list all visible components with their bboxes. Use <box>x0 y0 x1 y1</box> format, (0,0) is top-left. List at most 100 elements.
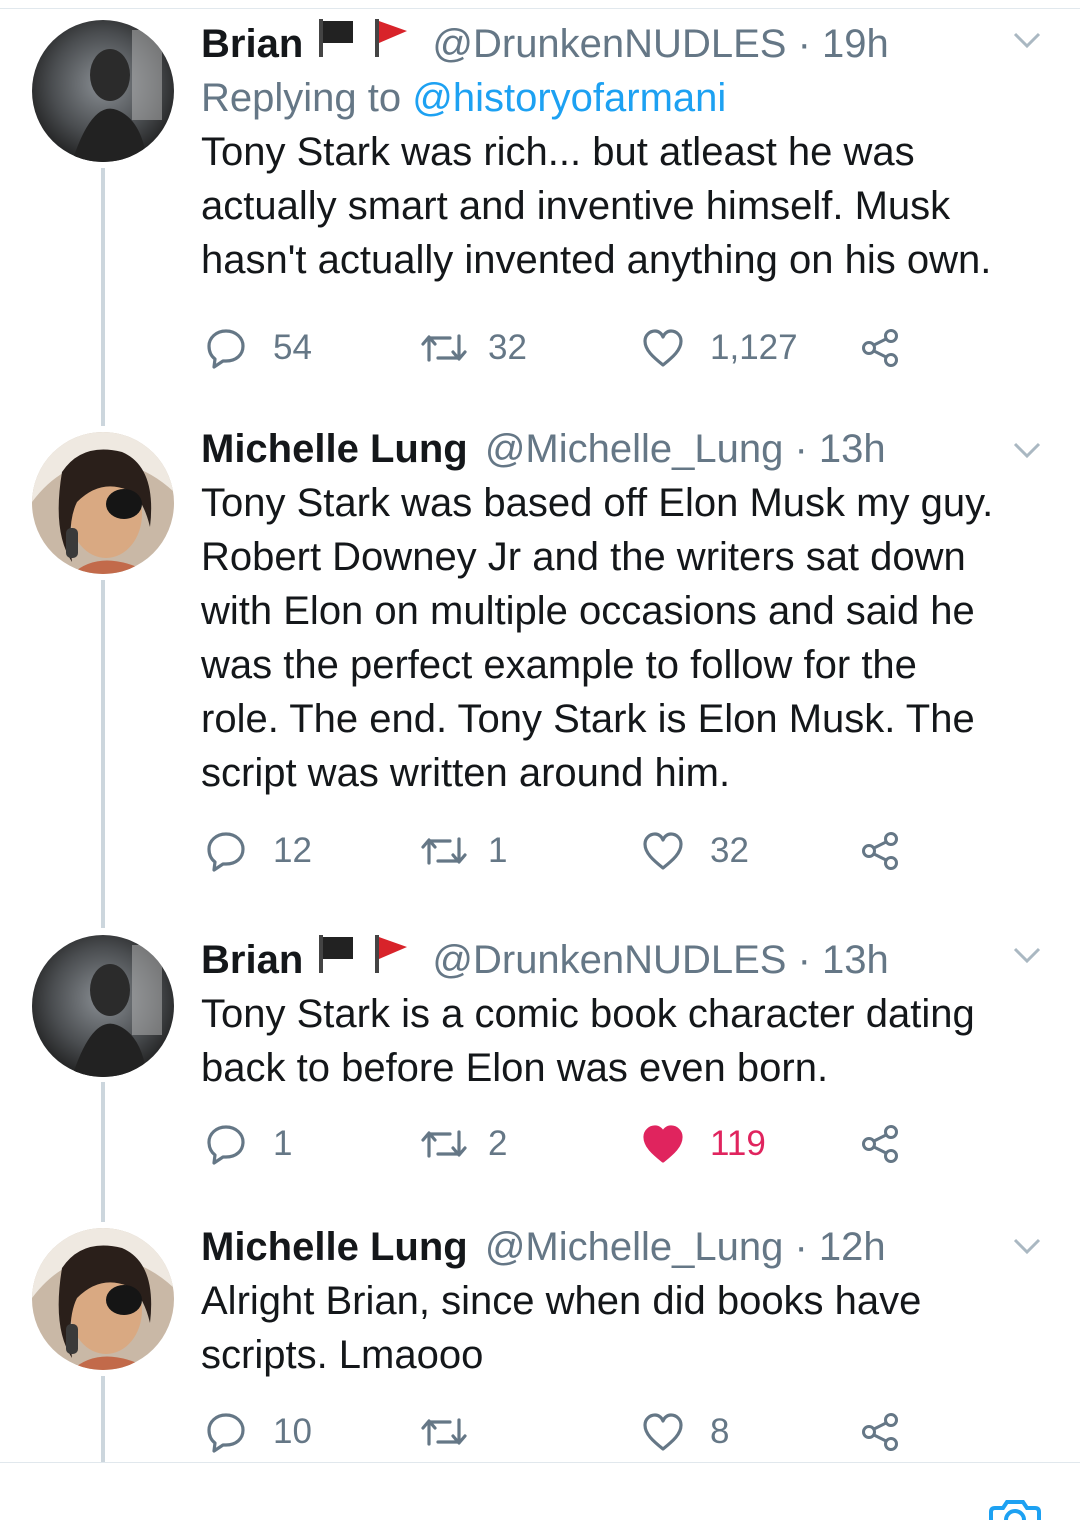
reply-button[interactable]: 10 <box>205 1402 312 1462</box>
like-button[interactable]: 8 <box>642 1402 729 1462</box>
retweet-icon <box>421 1130 467 1158</box>
tweet-text-line: was the perfect example to follow for th… <box>201 643 917 687</box>
tweet-actions: 10 8 <box>205 1402 925 1462</box>
like-count: 32 <box>710 831 749 870</box>
thread-line <box>101 1082 105 1222</box>
black-flag-icon <box>319 19 354 57</box>
tweet-header: Brian @DrunkenNUDLES · 19h <box>201 17 1041 71</box>
tweet-header: Michelle Lung @Michelle_Lung · 13h <box>201 422 1041 476</box>
avatar-michelle-lung[interactable] <box>32 1228 174 1370</box>
tweet-text-line: scripts. Lmaooo <box>201 1333 484 1377</box>
like-button[interactable]: 119 <box>642 1114 766 1174</box>
author-name[interactable]: Brian <box>201 938 303 982</box>
tweet-actions: 12 1 32 <box>205 821 925 881</box>
tweet-time: · 13h <box>797 938 889 982</box>
share-button[interactable] <box>860 1114 902 1174</box>
tweet-content: Brian @DrunkenNUDLES · 13h Tony Stark is… <box>201 933 1041 1095</box>
author-handle[interactable]: @DrunkenNUDLES <box>432 22 786 66</box>
chevron-down-icon[interactable] <box>1012 945 1042 965</box>
reply-button[interactable]: 1 <box>205 1114 292 1174</box>
camera-icon[interactable] <box>985 1498 1045 1520</box>
thread-line <box>101 580 105 928</box>
retweet-count: 32 <box>488 328 527 367</box>
author-name[interactable]: Michelle Lung <box>201 427 468 471</box>
retweet-button[interactable]: 32 <box>420 318 527 378</box>
reply-icon <box>207 832 245 872</box>
tweet-text-line: hasn't actually invented anything on his… <box>201 238 992 282</box>
red-flag-icon <box>375 935 408 973</box>
thread-line <box>101 1376 105 1462</box>
retweet-icon <box>421 837 467 865</box>
replying-to: Replying to @historyofarmani <box>201 71 1041 125</box>
like-count: 1,127 <box>710 328 798 367</box>
reply-count: 10 <box>273 1412 312 1451</box>
tweet-text-line: actually smart and inventive himself. Mu… <box>201 184 951 228</box>
retweet-count: 2 <box>488 1124 508 1163</box>
thread-line <box>101 168 105 426</box>
tweet-text-line: with Elon on multiple occasions and said… <box>201 589 975 633</box>
tweet-header: Michelle Lung @Michelle_Lung · 12h <box>201 1220 1041 1274</box>
author-name[interactable]: Michelle Lung <box>201 1225 468 1269</box>
tweet-text: Tony Stark was based off Elon Musk my gu… <box>201 476 1041 800</box>
author-name[interactable]: Brian <box>201 22 303 66</box>
tweet-time: · 12h <box>794 1225 886 1269</box>
tweet-actions: 1 2 119 <box>205 1114 925 1174</box>
tweet-text-line: Robert Downey Jr and the writers sat dow… <box>201 535 966 579</box>
tweet-text-line: Tony Stark was based off Elon Musk my gu… <box>201 481 994 525</box>
tweet-text: Tony Stark is a comic book character dat… <box>201 987 1041 1095</box>
retweet-button[interactable] <box>420 1402 488 1462</box>
retweet-button[interactable]: 1 <box>420 821 507 881</box>
tweet-text-line: Tony Stark was rich... but atleast he wa… <box>201 130 915 174</box>
avatar-brian[interactable] <box>32 935 174 1077</box>
like-count: 8 <box>710 1412 730 1451</box>
reply-button[interactable]: 12 <box>205 821 312 881</box>
tweet-text: Alright Brian, since when did books have… <box>201 1274 1041 1382</box>
tweet-text-line: back to before Elon was even born. <box>201 1046 829 1090</box>
share-button[interactable] <box>860 1402 902 1462</box>
like-icon <box>643 832 683 870</box>
tweet-text-line: Alright Brian, since when did books have <box>201 1279 922 1323</box>
tweet-content: Brian @DrunkenNUDLES · 19h Replying to @… <box>201 17 1041 287</box>
reply-count: 12 <box>273 831 312 870</box>
tweet-time: · 19h <box>797 22 889 66</box>
reply-icon <box>207 329 245 369</box>
retweet-icon <box>421 334 467 362</box>
share-icon <box>862 1125 898 1163</box>
tweet-text-line: Tony Stark is a comic book character dat… <box>201 992 975 1036</box>
retweet-button[interactable]: 2 <box>420 1114 507 1174</box>
replying-prefix: Replying to <box>201 76 413 120</box>
like-icon <box>643 329 683 367</box>
share-icon <box>862 1413 898 1451</box>
chevron-down-icon[interactable] <box>1012 30 1042 50</box>
tweet-content: Michelle Lung @Michelle_Lung · 13h Tony … <box>201 422 1041 800</box>
avatar-brian[interactable] <box>32 20 174 162</box>
tweet-text-line: role. The end. Tony Stark is Elon Musk. … <box>201 697 975 741</box>
share-button[interactable] <box>860 318 902 378</box>
reply-button[interactable]: 54 <box>205 318 312 378</box>
author-handle[interactable]: @Michelle_Lung <box>485 427 784 471</box>
share-icon <box>862 832 898 870</box>
like-icon <box>643 1413 683 1451</box>
author-handle[interactable]: @DrunkenNUDLES <box>432 938 786 982</box>
chevron-down-icon[interactable] <box>1012 440 1042 460</box>
like-icon-filled <box>643 1125 683 1163</box>
red-flag-icon <box>375 19 408 57</box>
replying-handle[interactable]: @historyofarmani <box>412 76 726 120</box>
tweet-header: Brian @DrunkenNUDLES · 13h <box>201 933 1041 987</box>
author-handle[interactable]: @Michelle_Lung <box>485 1225 784 1269</box>
reply-icon <box>207 1125 245 1165</box>
like-button[interactable]: 1,127 <box>642 318 798 378</box>
chevron-down-icon[interactable] <box>1012 1236 1042 1256</box>
reply-icon <box>207 1413 245 1453</box>
share-button[interactable] <box>860 821 902 881</box>
like-button[interactable]: 32 <box>642 821 749 881</box>
avatar-michelle-lung[interactable] <box>32 432 174 574</box>
reply-count: 1 <box>273 1124 293 1163</box>
tweet-time: · 13h <box>794 427 886 471</box>
like-count: 119 <box>710 1124 766 1163</box>
tweet-text: Tony Stark was rich... but atleast he wa… <box>201 125 1041 287</box>
top-divider <box>0 8 1080 9</box>
retweet-count: 1 <box>488 831 508 870</box>
compose-divider <box>0 1462 1080 1463</box>
tweet-text-line: script was written around him. <box>201 751 731 795</box>
